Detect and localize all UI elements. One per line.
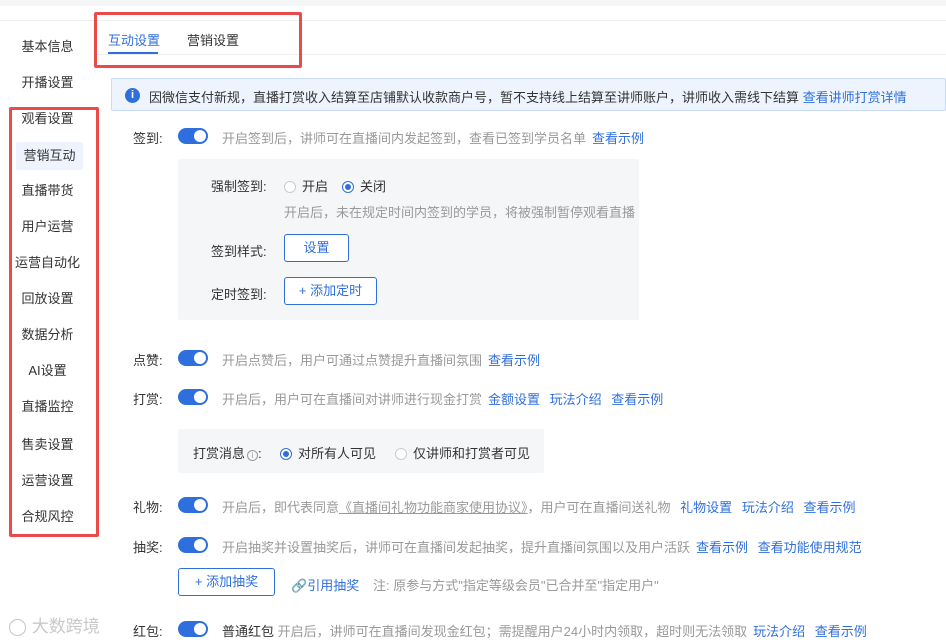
tab-marketing-settings[interactable]: 营销设置 [187, 30, 239, 49]
reward-details-link[interactable]: 查看讲师打赏详情 [803, 90, 907, 105]
signin-desc-text: 开启签到后，讲师可在直播间内发起签到，查看已签到学员名单 [222, 131, 587, 146]
sidebar-item-marketing-interaction[interactable]: 营销互动 [16, 142, 83, 170]
sidebar-item-compliance[interactable]: 合规风控 [0, 503, 95, 531]
gift-toggle[interactable] [178, 497, 208, 513]
gift-settings-link[interactable]: 礼物设置 [680, 500, 732, 515]
force-signin-on-option[interactable]: 开启 [284, 176, 328, 195]
sidebar-item-ai-settings[interactable]: AI设置 [0, 357, 95, 385]
gift-desc-suffix: ，用户可在直播间送礼物 [527, 500, 671, 515]
top-strip [0, 0, 946, 6]
sidebar-item-operation-settings[interactable]: 运营设置 [0, 467, 95, 495]
lottery-label: 抽奖: [133, 540, 163, 555]
signin-desc: 开启签到后，讲师可在直播间内发起签到，查看已签到学员名单 查看示例 [222, 128, 644, 147]
gift-agreement-link[interactable]: 《直播间礼物功能商家使用协议》 [339, 500, 528, 515]
redpacket-desc: 普通红包 开启后，讲师可在直播间发现金红包；需提醒用户24小时内领取，超时则无法… [222, 621, 867, 640]
signin-example-link[interactable]: 查看示例 [592, 131, 644, 146]
redpacket-howto-link[interactable]: 玩法介绍 [753, 624, 805, 639]
redpacket-label: 红包: [133, 624, 163, 639]
reward-howto-link[interactable]: 玩法介绍 [550, 392, 602, 407]
watermark-text: 大数跨境 [31, 617, 100, 636]
gift-label: 礼物: [133, 500, 163, 515]
signin-label: 签到: [133, 131, 163, 146]
reward-label: 打赏: [133, 392, 163, 407]
notice-text: 因微信支付新规，直播打赏收入结算至店铺默认收款商户号，暂不支持线上结算至讲师账户… [149, 87, 907, 106]
reward-message-text: 打赏消息 [193, 446, 246, 461]
like-desc-text: 开启点赞后，用户可通过点赞提升直播间氛围 [222, 353, 483, 368]
force-signin-label: 强制签到: [211, 179, 267, 194]
reward-desc: 开启后，用户可在直播间对讲师进行现金打赏 金额设置 玩法介绍 查看示例 [222, 389, 663, 408]
lottery-rules-link[interactable]: 查看功能使用规范 [758, 540, 862, 555]
reward-visible-private-label: 仅讲师和打赏者可见 [413, 446, 531, 461]
notice-message: 因微信支付新规，直播打赏收入结算至店铺默认收款商户号，暂不支持线上结算至讲师账户… [149, 90, 800, 105]
lottery-note: 注: 原参与方式"指定等级会员"已合并至"指定用户" [373, 578, 659, 593]
reward-desc-text: 开启后，用户可在直播间对讲师进行现金打赏 [222, 392, 483, 407]
lottery-desc-text: 开启抽奖并设置抽奖后，讲师可在直播间发起抽奖，提升直播间氛围以及用户活跃 [222, 540, 691, 555]
sidebar-item-live-commerce[interactable]: 直播带货 [0, 177, 95, 205]
reward-visible-private-option[interactable]: 仅讲师和打赏者可见 [395, 443, 530, 462]
redpacket-desc-text: 开启后，讲师可在直播间发现金红包；需提醒用户24小时内领取，超时则无法领取 [277, 624, 748, 639]
sidebar-item-sales-settings[interactable]: 售卖设置 [0, 431, 95, 459]
gift-example-link[interactable]: 查看示例 [803, 500, 855, 515]
sidebar-item-viewing-settings[interactable]: 观看设置 [0, 105, 95, 133]
reward-visible-all-option[interactable]: 对所有人可见 [280, 443, 376, 462]
like-example-link[interactable]: 查看示例 [488, 353, 540, 368]
reward-amount-link[interactable]: 金额设置 [488, 392, 540, 407]
tab-divider [95, 54, 946, 55]
lottery-desc: 开启抽奖并设置抽奖后，讲师可在直播间发起抽奖，提升直播间氛围以及用户活跃 查看示例… [222, 537, 862, 556]
reference-lottery-link[interactable]: 🔗引用抽奖 [291, 575, 359, 594]
sidebar-item-basic-info[interactable]: 基本信息 [0, 33, 95, 61]
watermark: ◯ 大数跨境 [8, 612, 100, 637]
info-icon: i [125, 88, 140, 103]
like-desc: 开启点赞后，用户可通过点赞提升直播间氛围 查看示例 [222, 350, 540, 369]
add-timer-button[interactable]: + 添加定时 [284, 277, 377, 305]
signin-toggle[interactable] [178, 128, 208, 144]
signin-style-button[interactable]: 设置 [284, 234, 349, 262]
tab-interaction-settings[interactable]: 互动设置 [108, 30, 160, 49]
force-signin-on-label: 开启 [302, 179, 329, 194]
sidebar-item-user-operation[interactable]: 用户运营 [0, 213, 95, 241]
reward-visible-all-label: 对所有人可见 [298, 446, 377, 461]
divider [0, 20, 946, 21]
lottery-example-link[interactable]: 查看示例 [696, 540, 748, 555]
reward-toggle[interactable] [178, 389, 208, 405]
sidebar-item-automation[interactable]: 运营自动化 [0, 249, 95, 277]
notice-banner: i 因微信支付新规，直播打赏收入结算至店铺默认收款商户号，暂不支持线上结算至讲师… [111, 78, 946, 111]
colon: : [258, 446, 262, 461]
reward-visible-all-radio[interactable] [280, 448, 292, 460]
redpacket-type: 普通红包 [222, 624, 275, 639]
watermark-logo-icon: ◯ [8, 617, 28, 636]
gift-desc: 开启后，即代表同意《直播间礼物功能商家使用协议》，用户可在直播间送礼物 礼物设置… [222, 497, 855, 516]
force-signin-hint: 开启后，未在规定时间内签到的学员，将被强制暂停观看直播 [284, 205, 636, 220]
like-toggle[interactable] [178, 350, 208, 366]
redpacket-toggle[interactable] [178, 621, 208, 637]
reward-visible-private-radio[interactable] [395, 448, 407, 460]
gift-desc-prefix: 开启后，即代表同意 [222, 500, 340, 515]
force-signin-off-option[interactable]: 关闭 [342, 176, 386, 195]
add-lottery-button[interactable]: + 添加抽奖 [178, 568, 275, 596]
link-icon: 🔗 [291, 578, 308, 593]
redpacket-example-link[interactable]: 查看示例 [815, 624, 867, 639]
sidebar-item-broadcast-settings[interactable]: 开播设置 [0, 69, 95, 97]
reward-message-label: 打赏消息 i: [193, 443, 262, 462]
sidebar-item-live-monitor[interactable]: 直播监控 [0, 393, 95, 421]
sidebar-item-replay-settings[interactable]: 回放设置 [0, 285, 95, 313]
force-signin-off-label: 关闭 [360, 179, 387, 194]
sidebar-item-data-analysis[interactable]: 数据分析 [0, 321, 95, 349]
force-signin-off-radio[interactable] [342, 181, 354, 193]
gift-howto-link[interactable]: 玩法介绍 [742, 500, 794, 515]
lottery-toggle[interactable] [178, 537, 208, 553]
signin-style-label: 签到样式: [211, 244, 267, 259]
reference-lottery-text[interactable]: 引用抽奖 [307, 578, 359, 593]
timed-signin-label: 定时签到: [211, 287, 267, 302]
force-signin-on-radio[interactable] [284, 181, 296, 193]
reward-example-link[interactable]: 查看示例 [611, 392, 663, 407]
info-icon[interactable]: i [247, 450, 259, 461]
like-label: 点赞: [133, 353, 163, 368]
